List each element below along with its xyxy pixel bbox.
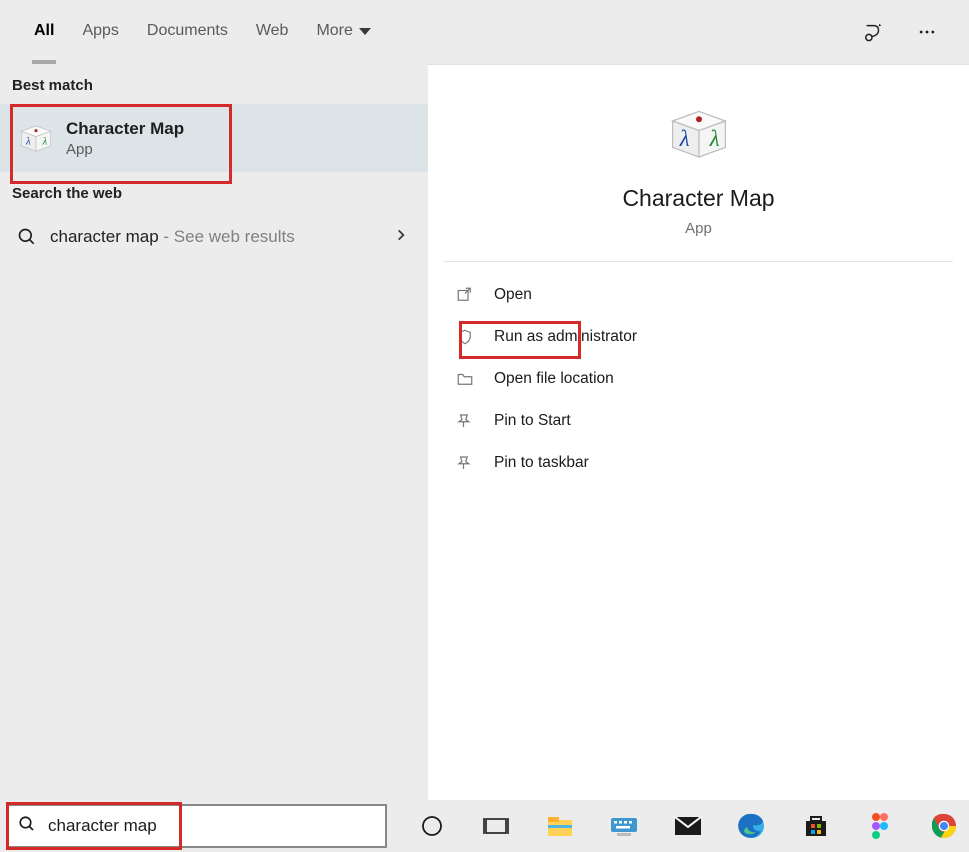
taskbar-onscreen-keyboard[interactable] <box>599 804 649 848</box>
taskbar-microsoft-store[interactable] <box>791 804 841 848</box>
svg-text:λ: λ <box>42 137 48 148</box>
best-match-text: Character Map App <box>66 119 184 158</box>
folder-icon <box>454 368 476 390</box>
taskbar-search-box[interactable] <box>6 804 387 848</box>
app-icon-charmap-large: λ λ <box>663 103 735 163</box>
action-pin-taskbar[interactable]: Pin to taskbar <box>428 442 969 484</box>
detail-actions: Open Run as administrator Open file loca… <box>428 274 969 484</box>
best-match-title: Character Map <box>66 119 184 139</box>
taskbar-mail[interactable] <box>663 804 713 848</box>
tab-more-label: More <box>316 22 352 40</box>
web-result-text: character map - See web results <box>50 227 394 247</box>
search-icon <box>14 224 40 250</box>
taskbar-file-explorer[interactable] <box>535 804 585 848</box>
detail-pane: λ λ Character Map App Open <box>428 64 969 800</box>
best-match-subtitle: App <box>66 141 184 158</box>
action-run-as-admin[interactable]: Run as administrator <box>428 316 969 358</box>
action-pin-start-label: Pin to Start <box>494 412 571 430</box>
action-pin-taskbar-label: Pin to taskbar <box>494 454 589 472</box>
taskbar-cortana[interactable] <box>407 804 457 848</box>
action-open[interactable]: Open <box>428 274 969 316</box>
svg-text:λ: λ <box>708 126 719 151</box>
pin-icon <box>454 452 476 474</box>
tab-documents[interactable]: Documents <box>135 0 240 64</box>
detail-subtitle: App <box>685 220 712 237</box>
taskbar-task-view[interactable] <box>471 804 521 848</box>
action-open-loc-label: Open file location <box>494 370 614 388</box>
taskbar-chrome[interactable] <box>919 804 969 848</box>
taskbar-figma[interactable] <box>855 804 905 848</box>
taskbar-icons <box>399 800 969 852</box>
tab-all[interactable]: All <box>22 0 66 64</box>
action-pin-start[interactable]: Pin to Start <box>428 400 969 442</box>
feedback-icon[interactable] <box>853 12 893 52</box>
open-icon <box>454 284 476 306</box>
best-match-result[interactable]: λ λ Character Map App <box>0 104 428 172</box>
header-actions <box>853 12 957 52</box>
tab-more[interactable]: More <box>304 0 378 64</box>
action-open-file-location[interactable]: Open file location <box>428 358 969 400</box>
web-result-row[interactable]: character map - See web results <box>0 212 428 262</box>
results-pane: Best match λ λ Character Map App Search … <box>0 64 428 800</box>
chevron-right-icon <box>394 228 408 247</box>
action-open-label: Open <box>494 286 532 304</box>
web-suffix: - See web results <box>159 227 295 246</box>
app-icon-charmap: λ λ <box>16 118 56 158</box>
more-options-icon[interactable] <box>907 12 947 52</box>
tab-apps[interactable]: Apps <box>70 0 130 64</box>
detail-divider <box>444 261 953 262</box>
detail-hero: λ λ Character Map App <box>428 65 969 261</box>
search-the-web-label: Search the web <box>0 172 428 212</box>
detail-title: Character Map <box>622 185 774 212</box>
pin-icon <box>454 410 476 432</box>
shield-icon <box>454 326 476 348</box>
taskbar-edge[interactable] <box>727 804 777 848</box>
start-header: All Apps Documents Web More <box>0 0 969 64</box>
search-input[interactable] <box>48 816 375 836</box>
web-query: character map <box>50 227 159 246</box>
svg-text:λ: λ <box>678 126 689 151</box>
filter-tabs: All Apps Documents Web More <box>22 0 379 64</box>
tab-web[interactable]: Web <box>244 0 301 64</box>
taskbar <box>0 800 969 852</box>
action-run-admin-label: Run as administrator <box>494 328 637 346</box>
search-icon <box>18 815 36 838</box>
svg-text:λ: λ <box>25 137 31 148</box>
main-split: Best match λ λ Character Map App Search … <box>0 64 969 800</box>
best-match-label: Best match <box>0 64 428 104</box>
chevron-down-icon <box>359 28 371 35</box>
